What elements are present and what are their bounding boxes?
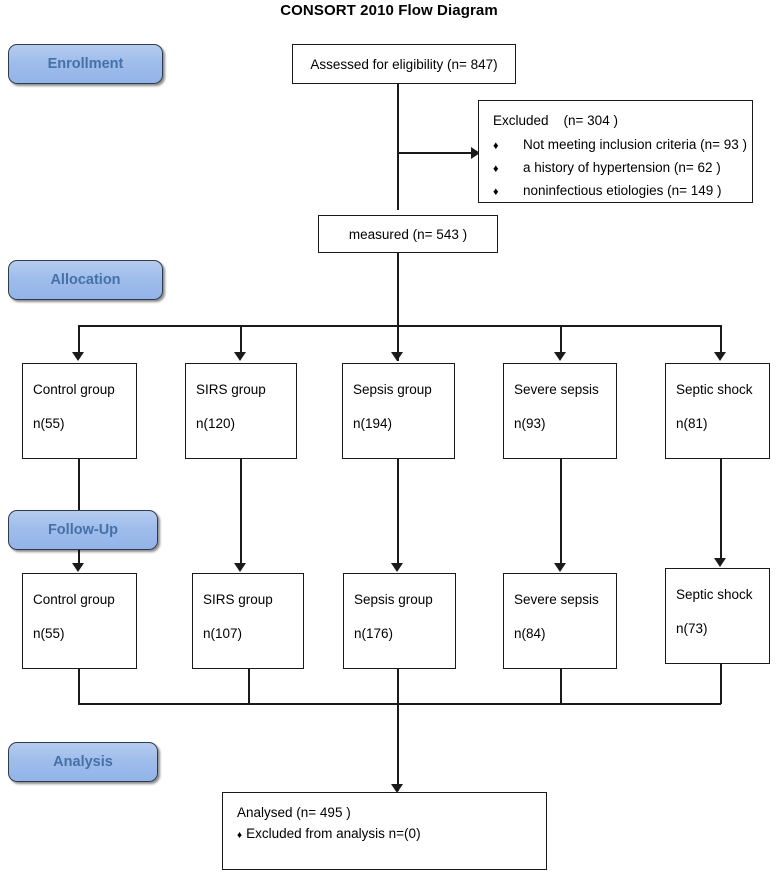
connector-fu-down-3: [560, 669, 562, 704]
stage-label-enrollment-text: Enrollment: [47, 56, 124, 72]
node-allocation-control-group-n: n(55): [33, 416, 65, 431]
connector-alloc-drop-1: [240, 325, 242, 355]
node-followup-severe-sepsis: Severe sepsis n(84): [503, 573, 617, 669]
connector-alloc-to-fu-3: [560, 459, 562, 569]
node-allocation-sepsis-group: Sepsis group n(194): [342, 363, 455, 459]
node-analysed: Analysed (n= 495 ) ♦ Excluded from analys…: [222, 792, 547, 870]
consort-flow-diagram: CONSORT 2010 Flow Diagram Enrollment All…: [0, 0, 778, 874]
node-allocation-control-group-name: Control group: [33, 382, 115, 397]
stage-label-followup-text: Follow-Up: [47, 522, 119, 538]
node-measured-label: measured (n= 543 ): [348, 226, 468, 242]
node-allocation-sepsis-group-name: Sepsis group: [353, 382, 432, 397]
node-followup-sirs-group-n: n(107): [203, 626, 243, 641]
node-followup-septic-shock: Septic shock n(73): [665, 568, 770, 664]
connector-alloc-drop-3: [560, 325, 562, 355]
node-followup-sepsis-group-n: n(176): [354, 626, 394, 641]
node-followup-sepsis-group: Sepsis group n(176): [343, 573, 456, 669]
node-allocation-severe-sepsis-n: n(93): [514, 416, 546, 431]
node-excluded-item-2: ♦ noninfectious etiologies (n= 149 ): [493, 183, 722, 198]
bullet-diamond-icon: ♦: [493, 186, 499, 198]
node-followup-sirs-group-name: SIRS group: [203, 592, 273, 607]
page-title: CONSORT 2010 Flow Diagram: [280, 2, 498, 19]
node-assessed-label: Assessed for eligibility (n= 847): [310, 56, 498, 72]
node-allocation-severe-sepsis-name: Severe sepsis: [514, 382, 599, 397]
node-excluded-item-2-text: noninfectious etiologies (n= 149 ): [523, 183, 722, 198]
node-allocation-sirs-group-name: SIRS group: [196, 382, 266, 397]
node-allocation-control-group: Control group n(55): [22, 363, 137, 459]
connector-analysis-bus: [78, 703, 721, 705]
node-allocation-septic-shock: Septic shock n(81): [665, 363, 770, 459]
connector-fu-down-4: [720, 664, 722, 704]
arrow-down-icon: [234, 563, 246, 572]
stage-label-allocation-text: Allocation: [50, 272, 121, 288]
node-excluded-item-0-text: Not meeting inclusion criteria (n= 93 ): [523, 137, 747, 152]
arrow-down-icon: [714, 558, 726, 567]
node-followup-severe-sepsis-name: Severe sepsis: [514, 592, 599, 607]
stage-label-enrollment: Enrollment: [8, 44, 163, 84]
node-followup-sepsis-group-name: Sepsis group: [354, 592, 433, 607]
node-followup-severe-sepsis-n: n(84): [514, 626, 546, 641]
node-followup-septic-shock-name: Septic shock: [676, 587, 753, 602]
node-excluded-item-0: ♦ Not meeting inclusion criteria (n= 93 ): [493, 137, 747, 152]
stage-label-followup: Follow-Up: [8, 510, 158, 550]
connector-allocation-bus: [78, 325, 720, 327]
node-followup-sirs-group: SIRS group n(107): [192, 573, 304, 669]
arrow-down-icon: [714, 352, 726, 361]
connector-alloc-to-fu-1: [240, 459, 242, 569]
arrow-down-icon: [554, 563, 566, 572]
stage-label-analysis: Analysis: [8, 742, 158, 782]
node-measured: measured (n= 543 ): [318, 215, 498, 253]
stage-label-allocation: Allocation: [8, 260, 163, 300]
node-excluded-heading: Excluded (n= 304 ): [493, 113, 618, 128]
stage-label-analysis-text: Analysis: [53, 754, 113, 770]
node-excluded-item-1-text: a history of hypertension (n= 62 ): [523, 160, 721, 175]
connector-measured-down: [397, 253, 399, 361]
node-allocation-septic-shock-n: n(81): [676, 416, 708, 431]
arrow-down-icon: [554, 352, 566, 361]
connector-to-excluded: [397, 152, 475, 154]
node-assessed-for-eligibility: Assessed for eligibility (n= 847): [292, 44, 516, 84]
node-allocation-septic-shock-name: Septic shock: [676, 382, 753, 397]
node-allocation-severe-sepsis: Severe sepsis n(93): [503, 363, 617, 459]
connector-assessed-to-measured: [397, 84, 399, 210]
node-analysed-line2-text: Excluded from analysis n=(0): [246, 826, 421, 841]
connector-fu-down-1: [248, 669, 250, 704]
arrow-down-icon: [72, 563, 84, 572]
arrow-down-icon: [391, 563, 403, 572]
arrow-down-icon: [72, 352, 84, 361]
node-excluded-item-1: ♦ a history of hypertension (n= 62 ): [493, 160, 721, 175]
node-excluded: Excluded (n= 304 ) ♦ Not meeting inclusio…: [478, 100, 753, 203]
arrow-down-icon: [391, 352, 403, 361]
connector-alloc-to-fu-4: [720, 459, 722, 563]
bullet-diamond-icon: ♦: [493, 140, 499, 152]
node-allocation-sirs-group: SIRS group n(120): [185, 363, 297, 459]
node-followup-control-group-n: n(55): [33, 626, 65, 641]
connector-alloc-drop-0: [78, 325, 80, 355]
arrow-down-icon: [234, 352, 246, 361]
node-followup-control-group: Control group n(55): [22, 573, 137, 669]
bullet-diamond-icon: ♦: [493, 163, 499, 175]
connector-alloc-to-fu-2: [397, 459, 399, 569]
node-followup-control-group-name: Control group: [33, 592, 115, 607]
node-analysed-line1: Analysed (n= 495 ): [237, 805, 351, 820]
node-allocation-sirs-group-n: n(120): [196, 416, 236, 431]
node-followup-septic-shock-n: n(73): [676, 621, 708, 636]
bullet-diamond-icon: ♦: [237, 830, 243, 841]
connector-to-analysed: [397, 669, 399, 791]
node-allocation-sepsis-group-n: n(194): [353, 416, 393, 431]
node-analysed-line2: ♦ Excluded from analysis n=(0): [237, 826, 421, 841]
connector-alloc-drop-4: [720, 325, 722, 355]
connector-fu-down-0: [78, 669, 80, 704]
